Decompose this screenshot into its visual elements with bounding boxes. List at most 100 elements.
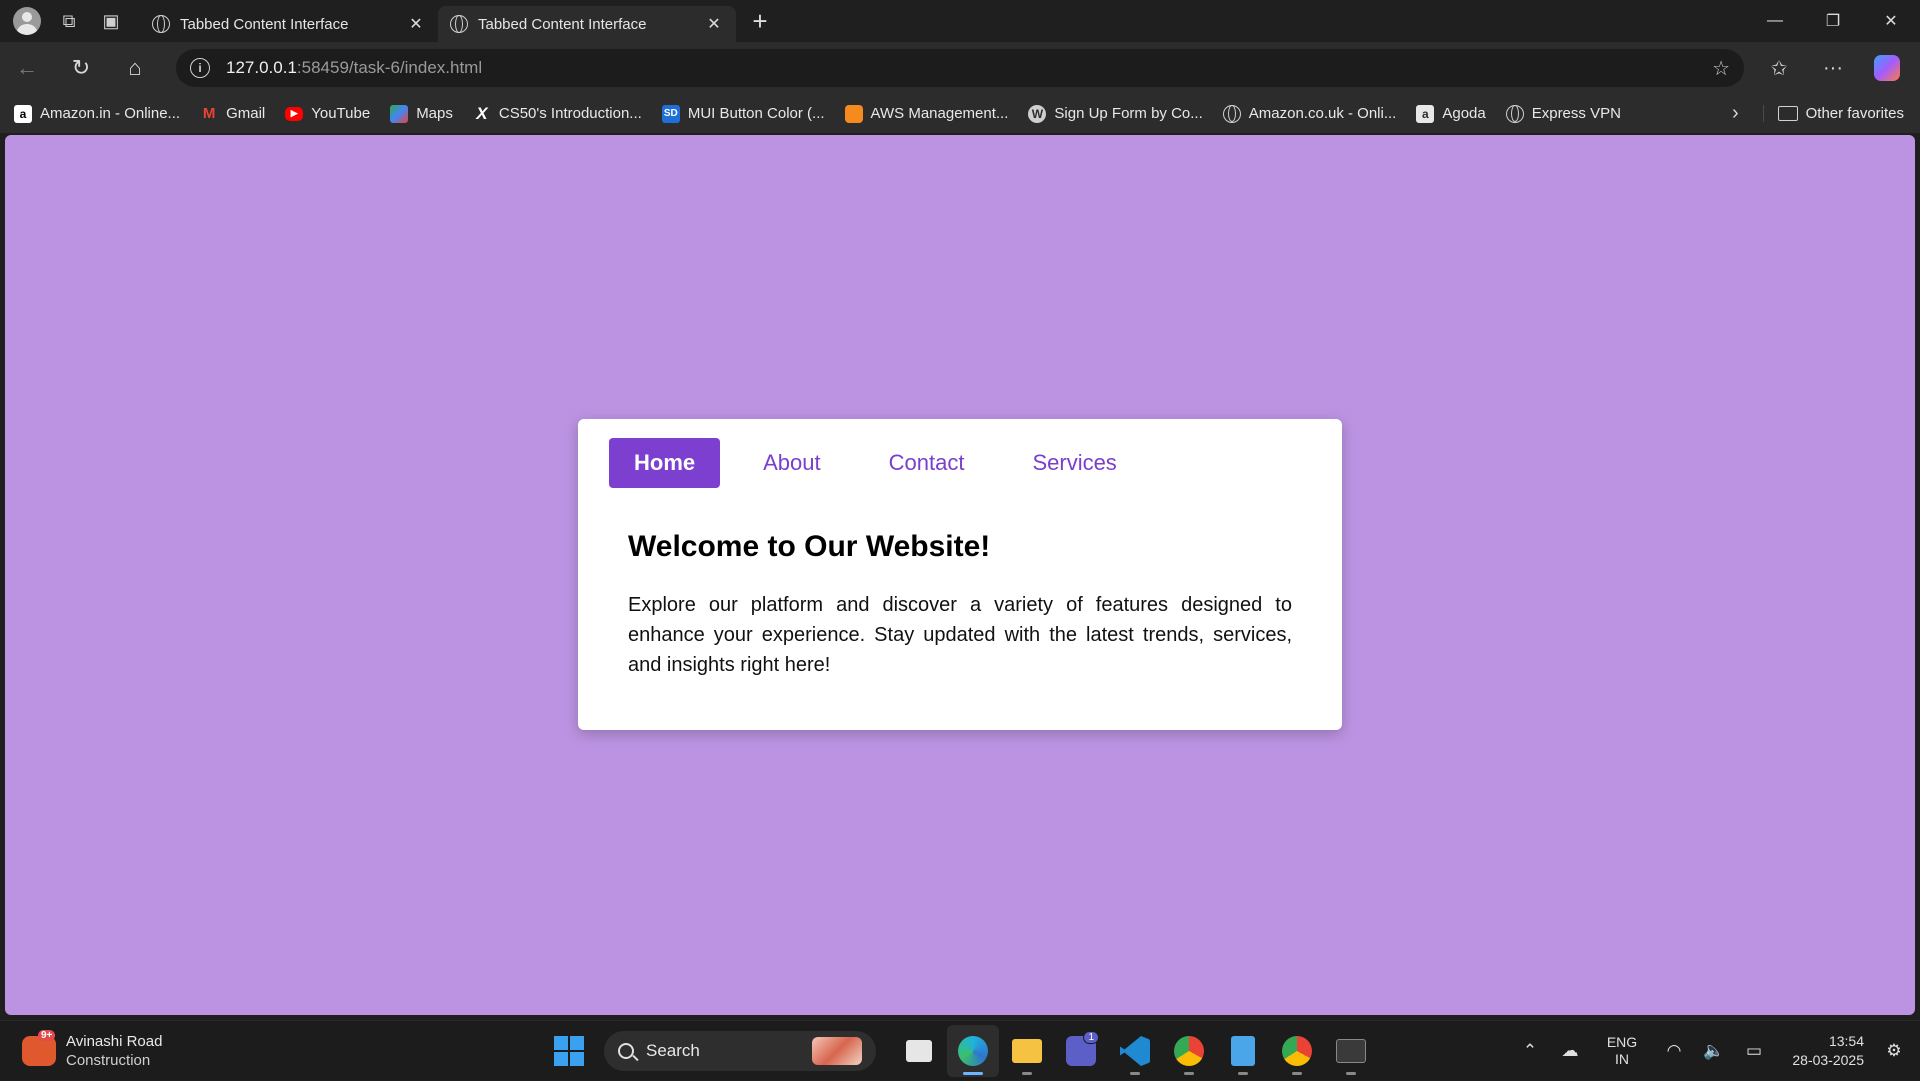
start-button[interactable]: [554, 1036, 584, 1066]
clock[interactable]: 13:54 28-03-2025: [1774, 1032, 1864, 1070]
globe-icon: [152, 15, 170, 33]
bookmark-youtube[interactable]: ▶ YouTube: [285, 105, 370, 122]
teams-app[interactable]: 1: [1055, 1025, 1107, 1077]
back-button[interactable]: ←: [0, 42, 54, 94]
region-code: IN: [1615, 1050, 1629, 1067]
wifi-icon[interactable]: ◠: [1654, 1041, 1694, 1061]
bookmark-label: CS50's Introduction...: [498, 105, 642, 122]
bookmark-gmail[interactable]: M Gmail: [200, 105, 265, 123]
bookmark-label: Amazon.co.uk - Onli...: [1248, 105, 1397, 122]
chrome-app-2[interactable]: [1271, 1025, 1323, 1077]
bookmark-label: YouTube: [311, 105, 371, 122]
terminal-app[interactable]: [1325, 1025, 1377, 1077]
browser-tab-2[interactable]: Tabbed Content Interface ✕: [438, 6, 736, 42]
chrome-icon: [1174, 1036, 1204, 1066]
battery-icon[interactable]: ▭: [1734, 1041, 1774, 1061]
weather-widget[interactable]: 9+ Avinashi Road Construction: [22, 1029, 222, 1070]
favorite-star-icon[interactable]: ☆: [1712, 56, 1730, 81]
close-tab-icon[interactable]: ✕: [406, 14, 426, 34]
running-indicator: [1346, 1072, 1356, 1075]
vertical-tabs-icon[interactable]: ▣: [90, 0, 132, 42]
tab-title: Tabbed Content Interface: [478, 15, 647, 33]
more-options-icon[interactable]: ···: [1806, 42, 1860, 94]
task-view-button[interactable]: [893, 1025, 945, 1077]
input-language[interactable]: ENG IN: [1596, 1034, 1648, 1068]
other-favorites-label: Other favorites: [1805, 105, 1904, 122]
restore-icon[interactable]: ❐: [1804, 0, 1862, 42]
copilot-icon: [1874, 55, 1900, 81]
amazon-icon: a: [14, 104, 32, 123]
chevron-right-icon[interactable]: ›: [1732, 102, 1739, 125]
bookmark-cs50[interactable]: X CS50's Introduction...: [473, 103, 642, 123]
bookmark-label: AWS Management...: [870, 105, 1009, 122]
bookmark-mui[interactable]: SD MUI Button Color (...: [661, 104, 825, 123]
copilot-button[interactable]: [1860, 42, 1914, 94]
bookmark-aws[interactable]: AWS Management...: [844, 104, 1009, 123]
reload-button[interactable]: ↻: [54, 42, 108, 94]
notifications-icon[interactable]: ⚙: [1874, 1041, 1914, 1061]
traffic-icon: 9+: [22, 1029, 56, 1066]
chrome-app-1[interactable]: [1163, 1025, 1215, 1077]
running-indicator: [963, 1072, 983, 1075]
notepad-icon: [1231, 1036, 1255, 1066]
bookmark-agoda[interactable]: a Agoda: [1416, 104, 1486, 123]
browser-tab-1[interactable]: Tabbed Content Interface ✕: [140, 6, 438, 42]
tab-contact[interactable]: Contact: [864, 438, 990, 488]
browser-tab-bar: ⧉ ▣ Tabbed Content Interface ✕ Tabbed Co…: [0, 0, 1920, 42]
clock-time: 13:54: [1828, 1032, 1864, 1049]
favorites-icon[interactable]: ✩: [1752, 42, 1806, 94]
taskbar-search[interactable]: Search: [604, 1031, 876, 1071]
tabbed-content-card: Home About Contact Services Welcome to O…: [578, 419, 1342, 730]
search-label: Search: [646, 1041, 700, 1060]
volume-icon[interactable]: 🔈: [1694, 1041, 1734, 1061]
bookmark-amazon-in[interactable]: a Amazon.in - Online...: [14, 104, 180, 123]
terminal-icon: [1336, 1039, 1366, 1063]
vscode-app[interactable]: [1109, 1025, 1161, 1077]
bookmark-amazon-uk[interactable]: Amazon.co.uk - Onli...: [1222, 104, 1397, 123]
windows-taskbar: 9+ Avinashi Road Construction Search 1 ⌃…: [0, 1020, 1920, 1080]
bookmark-maps[interactable]: Maps: [390, 104, 453, 123]
task-view-icon: [906, 1040, 932, 1062]
close-tab-icon[interactable]: ✕: [704, 14, 724, 34]
panel-body: Explore our platform and discover a vari…: [628, 594, 1292, 676]
site-info-icon[interactable]: i: [190, 58, 210, 78]
tab-title: Tabbed Content Interface: [180, 15, 349, 33]
new-tab-button[interactable]: +: [740, 1, 780, 41]
maps-icon: [390, 104, 409, 123]
notepad-app[interactable]: [1217, 1025, 1269, 1077]
bookmark-signup[interactable]: W Sign Up Form by Co...: [1028, 104, 1203, 123]
window-controls: — ❐ ✕: [1746, 0, 1920, 42]
close-window-icon[interactable]: ✕: [1862, 0, 1920, 42]
bookmark-label: Sign Up Form by Co...: [1054, 105, 1203, 122]
onedrive-icon[interactable]: ☁: [1550, 1041, 1590, 1061]
edx-icon: X: [476, 103, 488, 123]
youtube-icon: ▶: [285, 106, 304, 121]
profile-button[interactable]: [6, 0, 48, 42]
other-favorites-button[interactable]: Other favorites: [1762, 105, 1904, 122]
folder-icon: [1012, 1039, 1042, 1063]
bookmark-label: MUI Button Color (...: [687, 105, 825, 122]
workspaces-icon[interactable]: ⧉: [48, 0, 90, 42]
bookmark-expressvpn[interactable]: Express VPN: [1505, 104, 1621, 123]
bookmark-label: Express VPN: [1531, 105, 1621, 122]
panel-heading: Welcome to Our Website!: [628, 530, 991, 563]
running-indicator: [1022, 1072, 1032, 1075]
chevron-up-icon[interactable]: ⌃: [1510, 1041, 1550, 1061]
file-explorer-app[interactable]: [1001, 1025, 1053, 1077]
aws-icon: [844, 104, 863, 123]
language-code: ENG: [1606, 1033, 1638, 1050]
search-icon: [618, 1043, 634, 1059]
system-tray: ⌃ ☁ ENG IN ◠ 🔈 ▭ 13:54 28-03-2025 ⚙: [1510, 1021, 1920, 1081]
tab-about[interactable]: About: [738, 438, 846, 488]
url-path: :58459/task-6/index.html: [296, 58, 483, 77]
home-button[interactable]: ⌂: [108, 42, 162, 94]
tab-home[interactable]: Home: [609, 438, 721, 488]
widget-subtitle: Construction: [66, 1051, 151, 1069]
edge-app[interactable]: [947, 1025, 999, 1077]
notification-badge: 9+: [38, 1029, 56, 1041]
globe-icon: [1222, 104, 1241, 123]
address-bar[interactable]: i 127.0.0.1:58459/task-6/index.html ☆: [176, 49, 1744, 87]
minimize-icon[interactable]: —: [1746, 0, 1804, 42]
tab-services[interactable]: Services: [1007, 438, 1141, 488]
bookmark-label: Maps: [416, 105, 453, 122]
